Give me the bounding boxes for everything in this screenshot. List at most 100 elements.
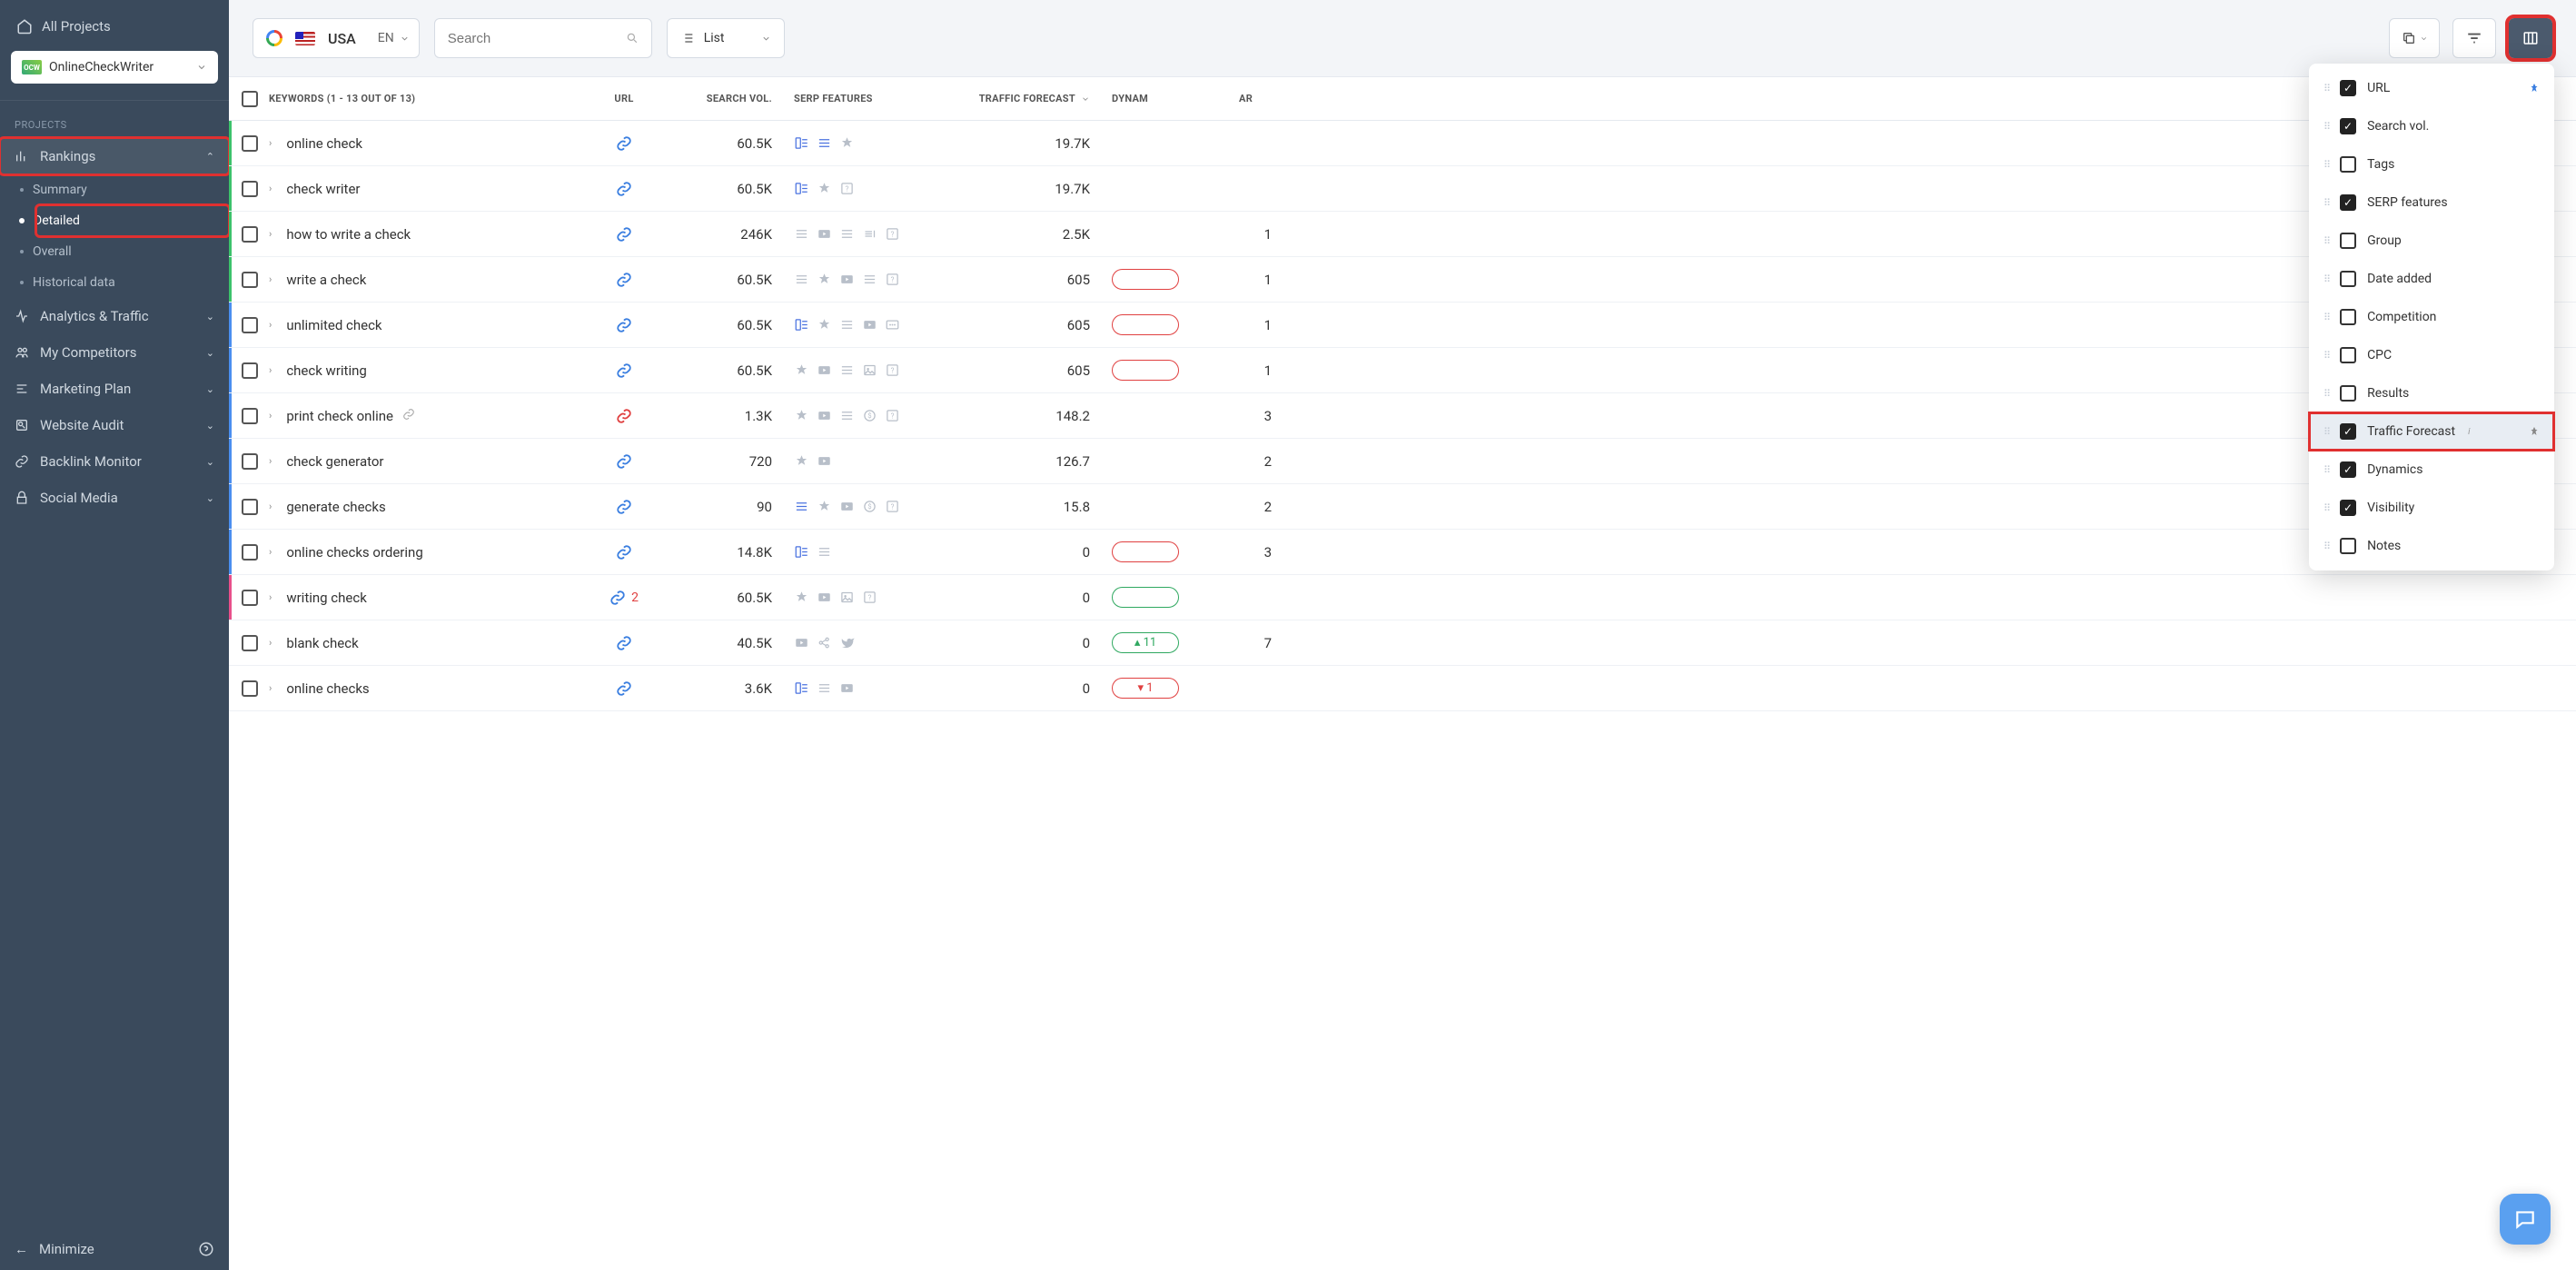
nav-rankings[interactable]: Rankings ⌃ (0, 138, 229, 174)
column-option[interactable]: ⠿✓Visibility (2309, 489, 2554, 527)
column-checkbox[interactable]: ✓ (2340, 423, 2356, 440)
column-checkbox[interactable]: ✓ (2340, 194, 2356, 211)
column-option[interactable]: ⠿Competition (2309, 298, 2554, 336)
nav-backlink[interactable]: Backlink Monitor ⌄ (0, 443, 229, 480)
expand-icon[interactable]: › (269, 455, 272, 467)
drag-handle-icon[interactable]: ⠿ (2323, 273, 2329, 285)
url-cell[interactable] (583, 499, 665, 515)
drag-handle-icon[interactable]: ⠿ (2323, 83, 2329, 94)
url-cell[interactable] (583, 408, 665, 424)
expand-icon[interactable]: › (269, 410, 272, 422)
minimize-button[interactable]: ← Minimize (15, 1241, 214, 1257)
drag-handle-icon[interactable]: ⠿ (2323, 197, 2329, 209)
nav-overall[interactable]: Overall (36, 236, 229, 267)
col-volume[interactable]: SEARCH VOL. (665, 93, 783, 104)
drag-handle-icon[interactable]: ⠿ (2323, 464, 2329, 476)
column-checkbox[interactable]: ✓ (2340, 118, 2356, 134)
column-checkbox[interactable] (2340, 156, 2356, 173)
row-checkbox[interactable] (242, 499, 258, 515)
url-cell[interactable] (583, 680, 665, 697)
column-checkbox[interactable] (2340, 385, 2356, 402)
column-checkbox[interactable]: ✓ (2340, 500, 2356, 516)
expand-icon[interactable]: › (269, 364, 272, 376)
row-checkbox[interactable] (242, 226, 258, 243)
expand-icon[interactable]: › (269, 546, 272, 558)
row-checkbox[interactable] (242, 680, 258, 697)
nav-summary[interactable]: Summary (36, 174, 229, 205)
url-cell[interactable] (583, 317, 665, 333)
expand-icon[interactable]: › (269, 591, 272, 603)
help-icon[interactable] (198, 1241, 214, 1257)
filter-button[interactable] (2452, 18, 2496, 58)
column-option[interactable]: ⠿✓Traffic Forecasti (2309, 412, 2554, 451)
copy-button[interactable] (2389, 18, 2440, 58)
expand-icon[interactable]: › (269, 501, 272, 512)
column-checkbox[interactable] (2340, 538, 2356, 554)
nav-competitors[interactable]: My Competitors ⌄ (0, 334, 229, 371)
url-cell[interactable] (583, 135, 665, 152)
expand-icon[interactable]: › (269, 273, 272, 285)
column-option[interactable]: ⠿Notes (2309, 527, 2554, 565)
col-extra[interactable]: AR (1228, 93, 1283, 104)
expand-icon[interactable]: › (269, 183, 272, 194)
drag-handle-icon[interactable]: ⠿ (2323, 235, 2329, 247)
country-selector[interactable]: USA EN (253, 18, 420, 58)
column-option[interactable]: ⠿✓SERP features (2309, 184, 2554, 222)
column-checkbox[interactable]: ✓ (2340, 461, 2356, 478)
view-mode-selector[interactable]: List (667, 18, 785, 58)
nav-marketing[interactable]: Marketing Plan ⌄ (0, 371, 229, 407)
expand-icon[interactable]: › (269, 228, 272, 240)
nav-historical[interactable]: Historical data (36, 267, 229, 298)
col-url[interactable]: URL (583, 93, 665, 104)
select-all-checkbox[interactable] (242, 91, 258, 107)
column-checkbox[interactable] (2340, 347, 2356, 363)
nav-detailed[interactable]: Detailed (36, 205, 229, 236)
drag-handle-icon[interactable]: ⠿ (2323, 350, 2329, 362)
column-option[interactable]: ⠿Tags (2309, 145, 2554, 184)
column-option[interactable]: ⠿Results (2309, 374, 2554, 412)
column-option[interactable]: ⠿Group (2309, 222, 2554, 260)
row-checkbox[interactable] (242, 272, 258, 288)
column-chooser-button[interactable] (2509, 18, 2552, 58)
col-dynamics[interactable]: DYNAM (1101, 93, 1228, 104)
url-cell[interactable] (583, 362, 665, 379)
column-checkbox[interactable]: ✓ (2340, 80, 2356, 96)
expand-icon[interactable]: › (269, 637, 272, 649)
row-checkbox[interactable] (242, 408, 258, 424)
row-checkbox[interactable] (242, 544, 258, 561)
drag-handle-icon[interactable]: ⠿ (2323, 121, 2329, 133)
language-selector[interactable]: EN (369, 31, 410, 45)
row-checkbox[interactable] (242, 362, 258, 379)
row-checkbox[interactable] (242, 590, 258, 606)
nav-analytics[interactable]: Analytics & Traffic ⌄ (0, 298, 229, 334)
column-checkbox[interactable] (2340, 233, 2356, 249)
url-cell[interactable] (583, 272, 665, 288)
column-option[interactable]: ⠿CPC (2309, 336, 2554, 374)
nav-audit[interactable]: Website Audit ⌄ (0, 407, 229, 443)
url-cell[interactable] (583, 226, 665, 243)
pin-icon[interactable] (2529, 425, 2540, 438)
all-projects-link[interactable]: All Projects (11, 11, 218, 42)
col-serp[interactable]: SERP FEATURES (783, 93, 956, 104)
search-box[interactable] (434, 18, 652, 58)
search-input[interactable] (448, 31, 617, 46)
url-cell[interactable] (583, 181, 665, 197)
column-checkbox[interactable] (2340, 309, 2356, 325)
drag-handle-icon[interactable]: ⠿ (2323, 426, 2329, 438)
col-forecast[interactable]: TRAFFIC FORECAST (956, 93, 1101, 104)
column-option[interactable]: ⠿✓URL (2309, 69, 2554, 107)
nav-social[interactable]: Social Media ⌄ (0, 480, 229, 516)
row-checkbox[interactable] (242, 135, 258, 152)
url-cell[interactable] (583, 635, 665, 651)
url-cell[interactable]: 2 (583, 590, 665, 606)
drag-handle-icon[interactable]: ⠿ (2323, 388, 2329, 400)
column-option[interactable]: ⠿✓Dynamics (2309, 451, 2554, 489)
column-option[interactable]: ⠿✓Search vol. (2309, 107, 2554, 145)
drag-handle-icon[interactable]: ⠿ (2323, 159, 2329, 171)
expand-icon[interactable]: › (269, 137, 272, 149)
row-checkbox[interactable] (242, 181, 258, 197)
row-checkbox[interactable] (242, 453, 258, 470)
chat-button[interactable] (2500, 1194, 2551, 1245)
col-keywords[interactable]: KEYWORDS (1 - 13 OUT OF 13) (258, 93, 583, 104)
expand-icon[interactable]: › (269, 682, 272, 694)
